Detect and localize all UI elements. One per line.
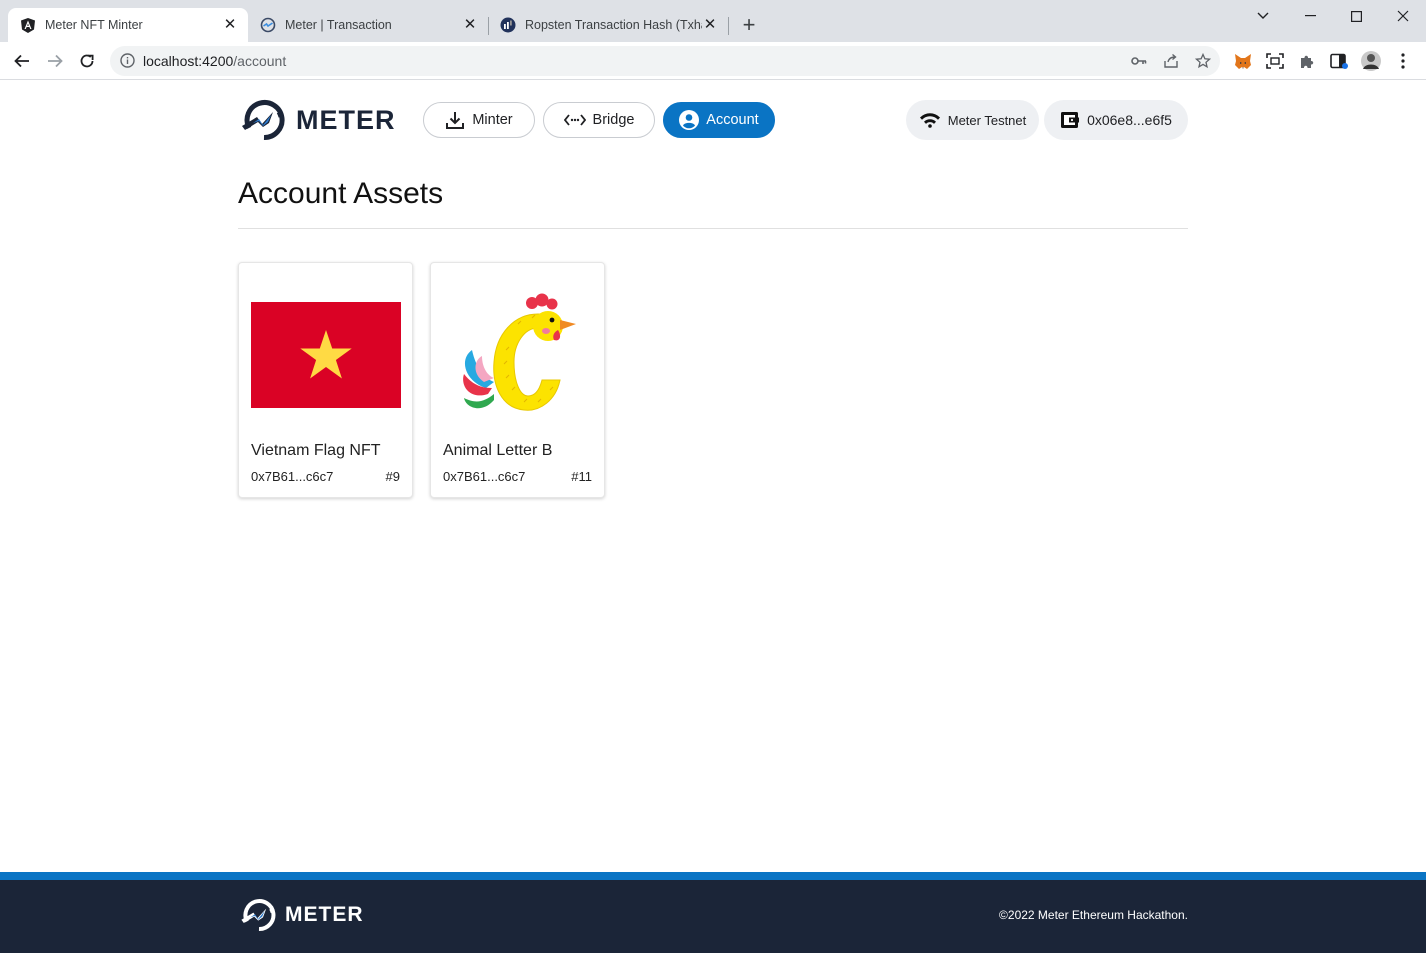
browser-tab-strip: Meter NFT Minter ✕ Meter | Transaction ✕…	[0, 0, 1426, 42]
minimize-button[interactable]	[1287, 0, 1333, 32]
tab-title: Ropsten Transaction Hash (Txhash)	[525, 18, 702, 32]
back-button[interactable]	[10, 49, 34, 73]
asset-name: Animal Letter B	[443, 442, 553, 459]
key-icon[interactable]	[1131, 53, 1147, 69]
vietnam-flag-image	[251, 285, 401, 425]
arrow-left-icon	[14, 54, 29, 68]
footer-accent-bar	[0, 872, 1426, 880]
asset-contract-address: 0x7B61...c6c7	[251, 469, 334, 484]
network-selector[interactable]: Meter Testnet	[906, 100, 1039, 140]
url-path: /account	[233, 53, 287, 69]
asset-name: Vietnam Flag NFT	[251, 442, 381, 459]
meter-logo[interactable]: METER	[239, 95, 396, 145]
extensions-puzzle-icon[interactable]	[1295, 49, 1319, 73]
nav-label: Account	[706, 112, 759, 128]
footer-copyright: ©2022 Meter Ethereum Hackathon.	[999, 908, 1188, 922]
logo-text: METER	[296, 104, 396, 135]
meter-logo-icon	[241, 899, 276, 932]
etherscan-icon	[500, 17, 516, 33]
tab-ropsten-transaction[interactable]: Ropsten Transaction Hash (Txhash) ✕	[488, 8, 728, 42]
close-tab-icon[interactable]: ✕	[462, 17, 478, 33]
chevron-down-icon	[1257, 12, 1269, 19]
footer-logo-text: METER	[285, 903, 364, 926]
page-footer: METER ©2022 Meter Ethereum Hackathon.	[0, 880, 1426, 953]
arrow-right-icon	[48, 54, 63, 68]
share-icon[interactable]	[1163, 53, 1179, 69]
wallet-button[interactable]: 0x06e8...e6f5	[1044, 100, 1188, 140]
network-label: Meter Testnet	[947, 112, 1027, 128]
asset-contract-address: 0x7B61...c6c7	[443, 469, 526, 484]
maximize-button[interactable]	[1333, 0, 1379, 32]
animal-letter-rooster-image	[443, 285, 593, 425]
close-tab-icon[interactable]: ✕	[222, 17, 238, 33]
asset-token-id: #11	[571, 469, 592, 484]
tab-separator	[728, 17, 729, 35]
metamask-extension-icon[interactable]	[1231, 49, 1255, 73]
browser-menu-icon[interactable]	[1391, 49, 1415, 73]
nav-minter-button[interactable]: Minter	[423, 102, 535, 138]
angular-icon	[20, 17, 36, 33]
tab-title: Meter NFT Minter	[45, 18, 143, 32]
wallet-address: 0x06e8...e6f5	[1087, 112, 1172, 128]
bookmark-star-icon[interactable]	[1195, 53, 1211, 69]
asset-token-id: #9	[385, 469, 400, 484]
side-panel-icon[interactable]	[1327, 49, 1351, 73]
meter-icon	[260, 17, 276, 33]
wifi-icon	[919, 112, 941, 128]
nav-label: Minter	[472, 112, 513, 128]
close-window-button[interactable]	[1380, 0, 1426, 32]
wallet-icon	[1060, 111, 1080, 129]
account-circle-icon	[679, 110, 700, 130]
url-host: localhost:4200	[143, 53, 234, 69]
profile-avatar[interactable]	[1359, 49, 1383, 73]
reload-icon	[80, 54, 94, 68]
close-icon	[1397, 10, 1409, 22]
footer-meter-logo[interactable]: METER	[239, 895, 364, 935]
asset-card[interactable]: Vietnam Flag NFT 0x7B61...c6c7 #9	[238, 262, 413, 498]
close-tab-icon[interactable]: ✕	[702, 17, 718, 33]
browser-toolbar: localhost:4200/account	[0, 42, 1426, 80]
page-title: Account Assets	[238, 177, 444, 210]
tab-title: Meter | Transaction	[285, 18, 392, 32]
meter-logo-icon	[242, 100, 285, 141]
tab-search-button[interactable]	[1240, 0, 1286, 32]
tab-meter-transaction[interactable]: Meter | Transaction ✕	[248, 8, 488, 42]
minimize-icon	[1304, 15, 1316, 17]
new-tab-button[interactable]: +	[739, 14, 759, 36]
nav-label: Bridge	[592, 112, 635, 128]
download-icon	[445, 110, 465, 130]
site-info-icon[interactable]	[120, 53, 135, 73]
reload-button[interactable]	[75, 49, 99, 73]
bridge-icon	[563, 113, 586, 127]
maximize-icon	[1350, 10, 1362, 22]
address-bar[interactable]: localhost:4200/account	[110, 46, 1220, 76]
title-divider	[238, 228, 1188, 229]
nav-account-button[interactable]: Account	[663, 102, 775, 138]
nav-bridge-button[interactable]: Bridge	[543, 102, 655, 138]
asset-card[interactable]: Animal Letter B 0x7B61...c6c7 #11	[430, 262, 605, 498]
screenshot-extension-icon[interactable]	[1263, 49, 1287, 73]
url-text: localhost:4200/account	[143, 53, 286, 69]
forward-button[interactable]	[43, 49, 67, 73]
tab-meter-nft-minter[interactable]: Meter NFT Minter ✕	[8, 8, 248, 42]
